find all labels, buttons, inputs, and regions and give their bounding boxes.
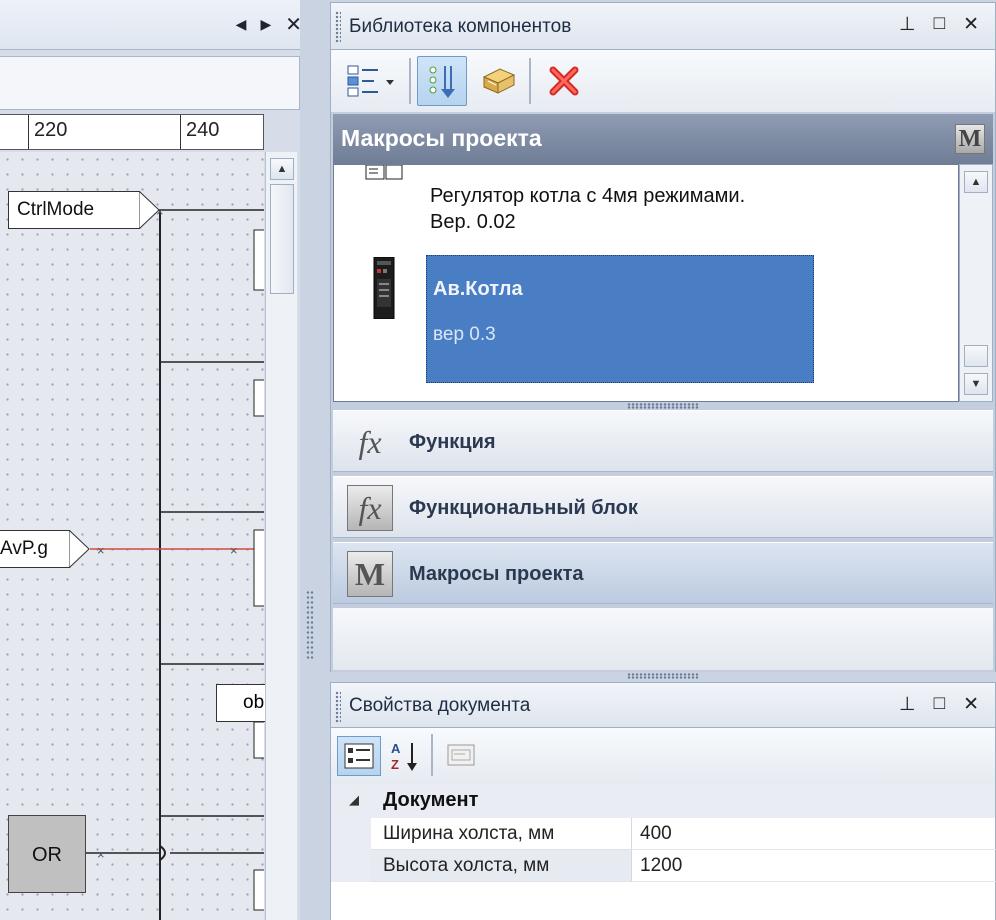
- property-grid: ◢ Документ Ширина холста, мм 400 Высота …: [330, 784, 996, 920]
- app-window: ◀ ▶ ✕ 220 240 × × × × CtrlMode AvP.g ob …: [0, 0, 996, 920]
- tab-prev-icon[interactable]: ◀: [236, 12, 247, 37]
- ruler-label-240: 240: [186, 119, 220, 141]
- sort-down-button[interactable]: [417, 56, 467, 106]
- svg-text:Z: Z: [391, 757, 399, 772]
- list-scroll-down-button[interactable]: ▼: [964, 373, 988, 395]
- view-list-icon: [347, 65, 394, 97]
- category-function-label: Функция: [409, 431, 496, 453]
- editor-vertical-scrollbar[interactable]: ▲: [265, 152, 297, 920]
- editor-tab-nav: ◀ ▶ ✕: [236, 12, 302, 37]
- close-icon[interactable]: ✕: [963, 13, 979, 36]
- macro-badge-icon: M: [955, 124, 985, 154]
- library-panel-titlebar: Библиотека компонентов ⊥ □ ✕: [330, 2, 996, 50]
- library-splitter[interactable]: [331, 402, 995, 410]
- category-project-macros-label: Макросы проекта: [409, 563, 584, 585]
- editor-toolbar-strip: [0, 56, 300, 110]
- macro-item-selected-version: вер 0.3: [433, 324, 496, 345]
- vertical-splitter[interactable]: [300, 0, 322, 920]
- svg-text:A: A: [391, 741, 401, 756]
- categorized-view-button[interactable]: [337, 736, 381, 776]
- maximize-icon[interactable]: □: [934, 693, 945, 716]
- library-content: Макросы проекта M Регулятор котла с 4мя …: [330, 112, 996, 672]
- list-scroll-thumb[interactable]: [964, 345, 988, 367]
- view-mode-button[interactable]: [339, 56, 403, 106]
- net-label-ctrlmode-text: CtrlMode: [17, 199, 95, 220]
- macro-list[interactable]: Регулятор котла с 4мя режимами. Вер. 0.0…: [333, 164, 959, 402]
- block-label-ob-text: ob: [243, 692, 265, 713]
- property-row-height[interactable]: Высота холста, мм 1200: [331, 850, 996, 882]
- editor-scroll-up-button[interactable]: ▲: [270, 158, 294, 180]
- ruler-label-220: 220: [34, 119, 68, 141]
- property-name: Высота холста, мм: [371, 850, 631, 882]
- panels-splitter[interactable]: [330, 672, 996, 680]
- tab-next-icon[interactable]: ▶: [260, 12, 271, 37]
- panel-grip-icon: [335, 691, 341, 723]
- category-list-empty: [333, 608, 993, 670]
- or-logic-block[interactable]: OR: [8, 815, 86, 893]
- properties-toolbar: A Z: [330, 728, 996, 784]
- panel-grip-icon: [335, 11, 341, 43]
- or-block-text: OR: [32, 844, 62, 866]
- alphabetical-sort-button[interactable]: A Z: [383, 736, 427, 776]
- net-label-avp[interactable]: AvP.g: [0, 530, 70, 568]
- property-value-input[interactable]: 400: [631, 818, 996, 850]
- net-label-avp-text: AvP.g: [0, 538, 48, 559]
- net-label-avp-arrow: [69, 530, 90, 568]
- property-value-input[interactable]: 1200: [631, 850, 996, 882]
- project-macros-m-icon: M: [347, 551, 393, 597]
- horizontal-ruler: 220 240: [0, 114, 264, 150]
- properties-panel-title: Свойства документа: [349, 695, 531, 716]
- properties-panel-titlebar: Свойства документа ⊥ □ ✕: [330, 682, 996, 728]
- categorized-icon: [344, 743, 374, 769]
- category-function[interactable]: fx Функция: [333, 410, 993, 472]
- schematic-editor: ◀ ▶ ✕ 220 240 × × × × CtrlMode AvP.g ob …: [0, 0, 320, 920]
- macro-list-scrollbar[interactable]: ▲ ▼: [959, 164, 993, 402]
- svg-text:×: ×: [97, 847, 105, 862]
- library-books-icon: [482, 68, 516, 94]
- macro-item-version: Вер. 0.02: [430, 211, 516, 233]
- net-label-ctrlmode-arrow: [139, 191, 160, 229]
- maximize-icon[interactable]: □: [934, 13, 945, 36]
- macro-item-name[interactable]: Регулятор котла с 4мя режимами.: [430, 185, 745, 208]
- library-toolbar: [330, 50, 996, 114]
- svg-text:×: ×: [230, 543, 238, 558]
- splitter-grip-icon: [306, 590, 314, 660]
- device-module-icon: [373, 257, 395, 319]
- property-pages-icon: [447, 744, 475, 766]
- macro-item-icon: [365, 165, 403, 180]
- splitter-grip-icon: [627, 403, 699, 409]
- function-block-fx-icon: fx: [347, 485, 393, 531]
- list-scroll-up-button[interactable]: ▲: [964, 171, 988, 193]
- close-icon[interactable]: ✕: [963, 693, 979, 716]
- library-open-button[interactable]: [473, 56, 523, 106]
- collapse-triangle-icon[interactable]: ◢: [349, 792, 359, 808]
- property-row-width[interactable]: Ширина холста, мм 400: [331, 818, 996, 850]
- macro-item-selected-name: Ав.Котла: [433, 278, 523, 300]
- property-name: Ширина холста, мм: [371, 818, 631, 850]
- function-fx-icon: fx: [358, 423, 382, 460]
- sort-down-icon: [429, 66, 455, 98]
- category-function-block-label: Функциональный блок: [409, 497, 638, 519]
- delete-button[interactable]: [539, 56, 589, 106]
- library-section-header: Макросы проекта M: [333, 114, 993, 164]
- pin-icon[interactable]: ⊥: [899, 13, 916, 36]
- delete-x-icon: [549, 66, 579, 96]
- category-function-block[interactable]: fx Функциональный блок: [333, 476, 993, 538]
- property-category-label: Документ: [383, 789, 479, 811]
- property-category-document[interactable]: ◢ Документ: [331, 784, 995, 818]
- property-pages-button[interactable]: [439, 736, 483, 776]
- library-panel-title: Библиотека компонентов: [349, 16, 572, 37]
- editor-tab-strip: ◀ ▶ ✕: [0, 0, 310, 50]
- library-section-title: Макросы проекта: [341, 125, 542, 151]
- category-project-macros[interactable]: M Макросы проекта: [333, 542, 993, 604]
- editor-scroll-thumb[interactable]: [270, 184, 294, 294]
- macro-item-selected[interactable]: Ав.Котла вер 0.3: [426, 255, 814, 383]
- pin-icon[interactable]: ⊥: [899, 693, 916, 716]
- splitter-grip-icon: [627, 673, 699, 679]
- sort-az-icon: A Z: [391, 741, 417, 772]
- net-label-ctrlmode[interactable]: CtrlMode: [8, 191, 140, 229]
- svg-text:×: ×: [97, 543, 105, 558]
